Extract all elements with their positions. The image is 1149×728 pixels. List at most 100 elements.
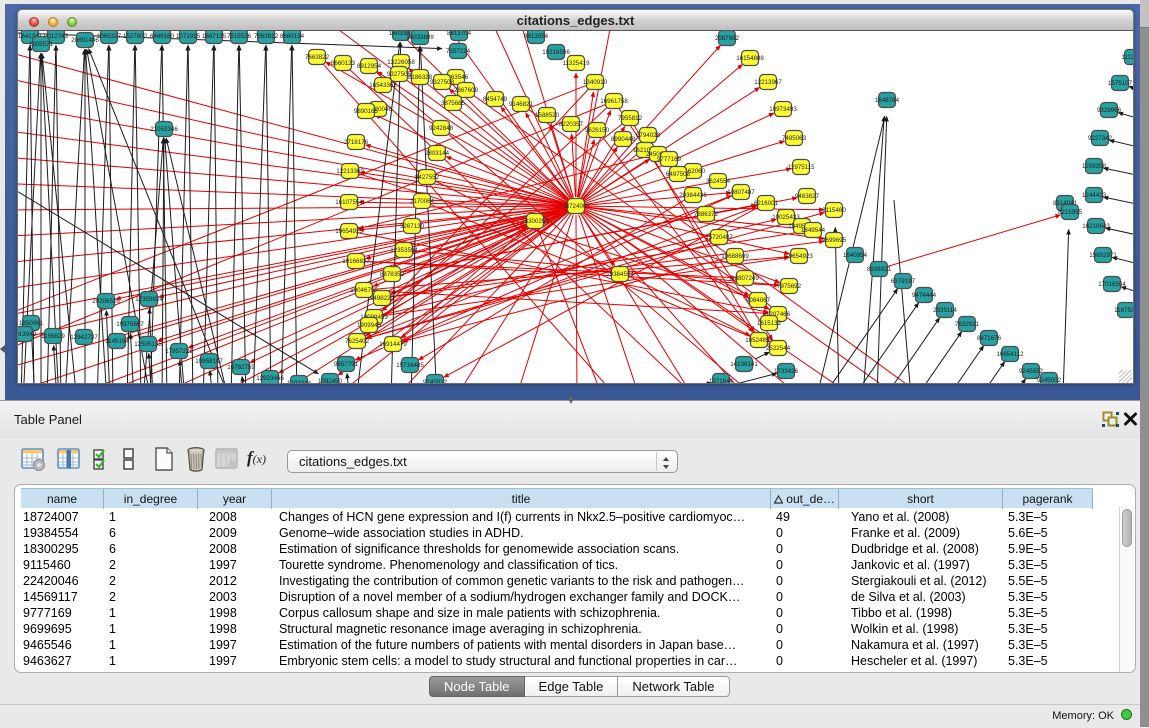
svg-text:19654925: 19654925 bbox=[335, 228, 363, 235]
svg-text:9115460: 9115460 bbox=[822, 207, 846, 214]
svg-text:2170064: 2170064 bbox=[410, 198, 435, 205]
svg-text:19975667: 19975667 bbox=[116, 321, 144, 328]
svg-text:1733426: 1733426 bbox=[774, 368, 799, 375]
svg-text:9227342: 9227342 bbox=[1088, 135, 1113, 142]
svg-text:7357224: 7357224 bbox=[446, 48, 471, 55]
svg-text:9329966: 9329966 bbox=[1097, 107, 1122, 114]
svg-text:6794028: 6794028 bbox=[636, 132, 661, 139]
svg-text:10958107: 10958107 bbox=[195, 358, 223, 365]
svg-text:19218506: 19218506 bbox=[542, 49, 570, 56]
svg-text:9245012: 9245012 bbox=[423, 379, 448, 383]
svg-text:12942737: 12942737 bbox=[70, 334, 98, 341]
svg-text:6216001: 6216001 bbox=[754, 200, 779, 207]
svg-text:17016504: 17016504 bbox=[1098, 281, 1126, 288]
svg-text:8220357: 8220357 bbox=[559, 121, 584, 128]
svg-text:1527602: 1527602 bbox=[123, 33, 148, 40]
svg-text:15716485: 15716485 bbox=[396, 362, 424, 369]
svg-text:16033809: 16033809 bbox=[406, 34, 434, 41]
svg-text:3875685: 3875685 bbox=[441, 100, 466, 107]
svg-text:2522544: 2522544 bbox=[766, 345, 791, 352]
svg-text:12353594: 12353594 bbox=[390, 247, 418, 254]
svg-text:8454749: 8454749 bbox=[483, 96, 508, 103]
svg-text:12213369: 12213369 bbox=[336, 168, 364, 175]
svg-text:1167533: 1167533 bbox=[1114, 307, 1134, 314]
svg-text:16107554: 16107554 bbox=[335, 199, 363, 206]
svg-text:9463627: 9463627 bbox=[795, 193, 820, 200]
svg-text:20691406: 20691406 bbox=[71, 37, 99, 44]
svg-text:2087682: 2087682 bbox=[715, 35, 740, 42]
svg-text:19654923: 19654923 bbox=[785, 253, 813, 260]
svg-text:9245002: 9245002 bbox=[1037, 377, 1062, 383]
svg-text:8990448: 8990448 bbox=[611, 136, 636, 143]
svg-text:3624554: 3624554 bbox=[706, 178, 731, 185]
svg-text:9498222: 9498222 bbox=[370, 295, 395, 302]
svg-text:8878352: 8878352 bbox=[380, 271, 405, 278]
svg-text:14136141: 14136141 bbox=[730, 361, 758, 368]
svg-text:1588520: 1588520 bbox=[535, 112, 560, 119]
svg-text:1640954: 1640954 bbox=[843, 252, 868, 259]
svg-text:9857791: 9857791 bbox=[334, 361, 359, 368]
svg-text:7625402: 7625402 bbox=[345, 338, 370, 345]
svg-text:16210643: 16210643 bbox=[1082, 223, 1110, 230]
svg-text:6497508: 6497508 bbox=[666, 171, 691, 178]
svg-text:9245652: 9245652 bbox=[1019, 368, 1044, 375]
svg-text:11325419: 11325419 bbox=[562, 60, 590, 67]
svg-text:9626150: 9626150 bbox=[585, 127, 610, 134]
svg-text:7632621: 7632621 bbox=[955, 321, 980, 328]
svg-text:1071915: 1071915 bbox=[176, 33, 201, 40]
svg-text:1849544: 1849544 bbox=[801, 227, 826, 234]
svg-text:7663822: 7663822 bbox=[305, 54, 330, 61]
svg-text:1371644: 1371644 bbox=[709, 378, 734, 383]
svg-text:7485063: 7485063 bbox=[782, 135, 807, 142]
svg-text:1156829: 1156829 bbox=[41, 333, 65, 340]
svg-text:1905571: 1905571 bbox=[29, 41, 54, 48]
svg-text:1244413: 1244413 bbox=[1082, 192, 1107, 199]
svg-text:13226058: 13226058 bbox=[387, 59, 415, 66]
svg-text:19384554: 19384554 bbox=[606, 271, 634, 278]
svg-text:8912954: 8912954 bbox=[357, 63, 382, 70]
svg-text:1209358: 1209358 bbox=[1082, 163, 1107, 170]
svg-text:21053346: 21053346 bbox=[150, 126, 178, 133]
svg-text:16961758: 16961758 bbox=[600, 98, 628, 105]
svg-text:1292344: 1292344 bbox=[287, 380, 312, 383]
svg-text:2935114: 2935114 bbox=[933, 307, 957, 314]
svg-text:15692971: 15692971 bbox=[1089, 252, 1117, 259]
svg-text:12923466: 12923466 bbox=[256, 375, 284, 382]
svg-text:8938921: 8938921 bbox=[867, 266, 892, 273]
svg-text:20364436: 20364436 bbox=[679, 192, 707, 199]
svg-text:2867608: 2867608 bbox=[454, 87, 479, 94]
svg-text:1112056: 1112056 bbox=[1121, 54, 1134, 61]
svg-text:1648784: 1648784 bbox=[875, 97, 900, 104]
svg-text:9474444: 9474444 bbox=[912, 292, 937, 299]
svg-text:16782759: 16782759 bbox=[227, 364, 255, 371]
svg-text:1092450: 1092450 bbox=[318, 378, 343, 383]
svg-text:7975692: 7975692 bbox=[777, 283, 802, 290]
svg-text:9146821: 9146821 bbox=[509, 101, 534, 108]
svg-text:9327508: 9327508 bbox=[430, 79, 455, 86]
svg-text:8427552: 8427552 bbox=[415, 174, 440, 181]
svg-text:6466160: 6466160 bbox=[150, 33, 175, 40]
svg-text:8215955: 8215955 bbox=[1058, 209, 1083, 216]
svg-text:1065327: 1065327 bbox=[97, 33, 122, 40]
svg-text:12213967: 12213967 bbox=[754, 79, 782, 86]
svg-text:1667135: 1667135 bbox=[202, 33, 227, 40]
svg-text:10807487: 10807487 bbox=[727, 189, 755, 196]
svg-text:12505135: 12505135 bbox=[134, 341, 162, 348]
svg-text:9084067: 9084067 bbox=[746, 297, 771, 304]
svg-text:7886372: 7886372 bbox=[694, 211, 719, 218]
svg-text:1145194: 1145194 bbox=[105, 338, 129, 345]
svg-text:10973493: 10973493 bbox=[769, 106, 797, 113]
svg-text:16914479: 16914479 bbox=[379, 341, 407, 348]
svg-text:19166827: 19166827 bbox=[342, 258, 370, 265]
svg-text:8471676: 8471676 bbox=[977, 335, 1002, 342]
svg-text:9242848: 9242848 bbox=[429, 125, 454, 132]
svg-text:7955812: 7955812 bbox=[618, 115, 643, 122]
svg-text:1909945: 1909945 bbox=[357, 322, 382, 329]
svg-text:8813704: 8813704 bbox=[447, 31, 472, 37]
svg-text:10654112: 10654112 bbox=[996, 351, 1024, 358]
svg-text:3267130: 3267130 bbox=[400, 223, 425, 230]
svg-text:1615132: 1615132 bbox=[757, 320, 782, 327]
svg-text:2718176: 2718176 bbox=[344, 139, 369, 146]
svg-text:18807249: 18807249 bbox=[731, 275, 759, 282]
svg-text:8660134: 8660134 bbox=[280, 33, 305, 40]
